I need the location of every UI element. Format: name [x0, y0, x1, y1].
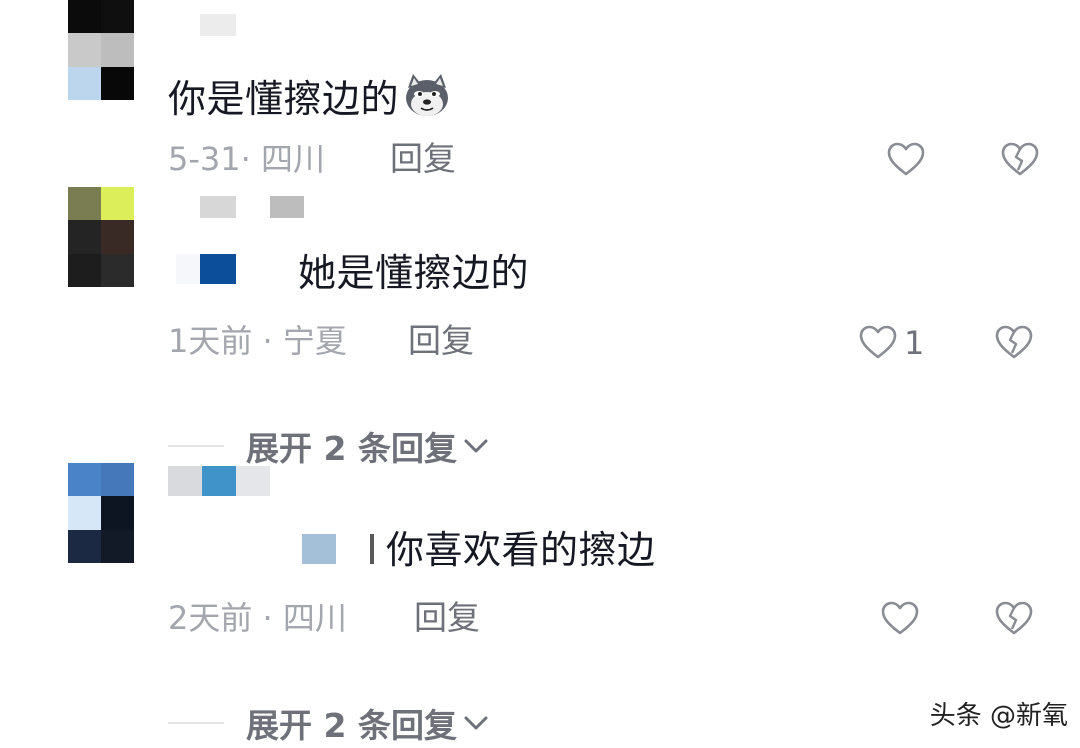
comment-text: 你是懂擦边的 — [168, 72, 451, 120]
like-count: 1 — [904, 324, 925, 362]
heart-outline-icon[interactable] — [858, 323, 898, 363]
expand-replies-label: 展开 2 条回复 — [246, 706, 457, 745]
avatar[interactable] — [68, 187, 134, 287]
reply-button[interactable]: 回复 — [408, 324, 474, 357]
comment-date-location: 2天前 · 四川 — [168, 599, 347, 637]
mention-blurred[interactable] — [176, 254, 292, 284]
reply-button[interactable]: 回复 — [390, 142, 456, 175]
expand-replies-label: 展开 2 条回复 — [246, 429, 457, 468]
divider-line — [168, 722, 224, 724]
expand-replies-button[interactable]: 展开 2 条回复 — [168, 422, 489, 470]
divider-line — [168, 445, 224, 447]
broken-heart-icon[interactable] — [994, 599, 1034, 639]
heart-outline-icon[interactable] — [880, 599, 920, 639]
comment-date-location: 1天前 · 宁夏 — [168, 322, 347, 360]
avatar[interactable] — [68, 0, 134, 100]
chevron-down-icon — [464, 439, 488, 453]
watermark: 头条 @新氧 — [929, 701, 1068, 731]
reply-button[interactable]: 回复 — [414, 601, 480, 634]
husky-dog-emoji — [406, 74, 449, 116]
comment-text: 你喜欢看的擦边 — [386, 528, 656, 572]
username-blurred[interactable] — [168, 466, 270, 496]
comment-list: 你是懂擦边的 5-31· 四川 回复 她是懂擦边的 1天前 · 宁夏 回复 1 … — [0, 0, 1080, 748]
mention-blurred[interactable] — [302, 534, 374, 564]
comment-date-location: 5-31· 四川 — [168, 140, 325, 178]
chevron-down-icon — [464, 716, 488, 730]
username-blurred[interactable] — [200, 14, 236, 36]
broken-heart-icon[interactable] — [1000, 140, 1040, 180]
username-blurred[interactable] — [200, 196, 304, 218]
broken-heart-icon[interactable] — [994, 323, 1034, 363]
avatar[interactable] — [68, 463, 134, 563]
expand-replies-button[interactable]: 展开 2 条回复 — [168, 699, 489, 747]
heart-outline-icon[interactable] — [886, 140, 926, 180]
comment-text: 她是懂擦边的 — [298, 251, 530, 295]
